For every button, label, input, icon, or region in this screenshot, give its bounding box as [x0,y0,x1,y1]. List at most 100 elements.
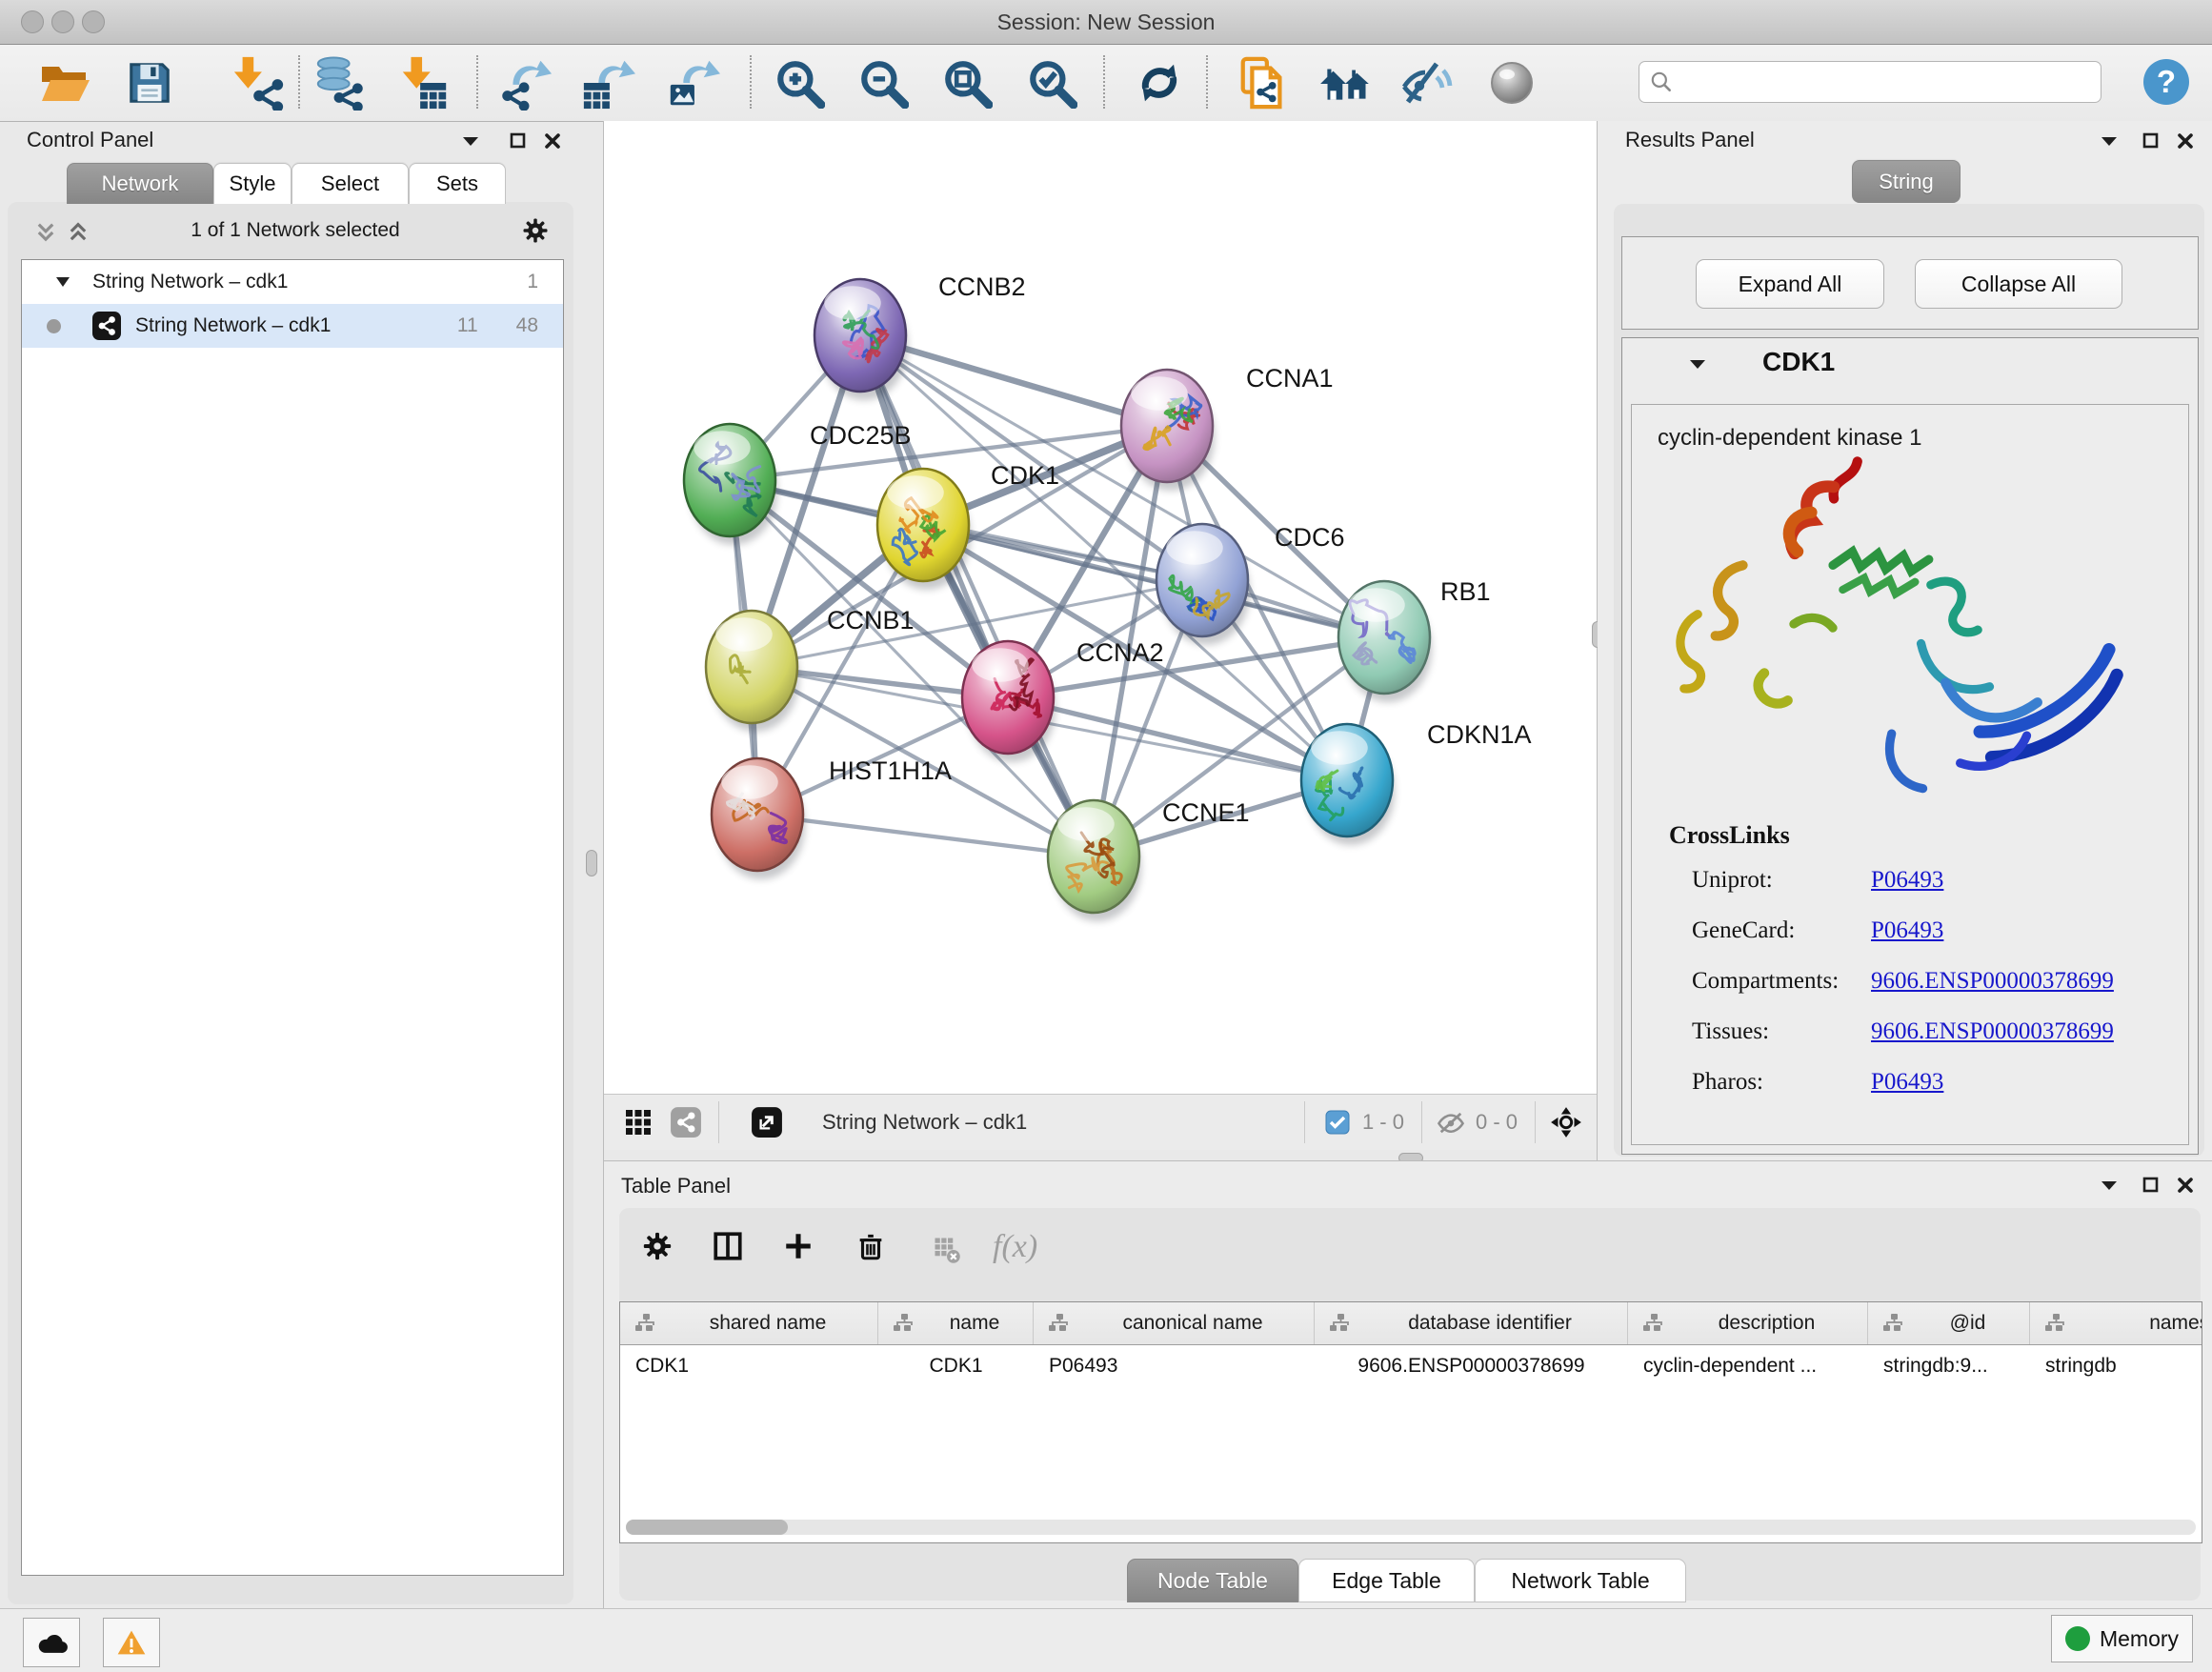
delete-table-icon [932,1236,962,1264]
crosslink-link[interactable]: P06493 [1871,1069,1943,1096]
collapse-all-networks-button[interactable] [29,217,63,248]
table-panel-float-button[interactable] [2134,1170,2168,1200]
splitter-handle[interactable] [586,850,597,876]
show-column-button[interactable] [711,1231,745,1261]
function-builder-button[interactable]: f(x) [993,1229,1037,1265]
network-from-file-button[interactable] [1234,51,1293,114]
automation-button[interactable] [23,1618,80,1667]
crosslink-row: Compartments:9606.ENSP00000378699 [1692,968,2187,995]
network-panel-gear-button[interactable] [518,215,553,246]
open-in-window-button[interactable] [750,1107,784,1138]
network-tree: String Network – cdk1 1 String Network –… [21,259,564,1576]
table-hscrollbar-track[interactable] [626,1520,2196,1535]
table-cell[interactable]: stringdb [2030,1345,2202,1387]
network-collection-row[interactable]: String Network – cdk1 1 [22,260,563,304]
expand-all-button[interactable]: Expand All [1696,259,1884,309]
export-image-icon [665,55,720,111]
create-column-button[interactable] [781,1231,815,1261]
chevron-down-icon [1687,356,1708,372]
column-header-canonical-name[interactable]: canonical name [1034,1302,1315,1344]
enhanced-graphics-button[interactable] [1482,51,1541,114]
network-selection-status: 1 of 1 Network selected [105,219,486,242]
node-label-CCNA1: CCNA1 [1246,364,1334,393]
control-panel-float-button[interactable] [501,126,535,156]
table-row[interactable]: CDK1CDK1P064939606.ENSP00000378699cyclin… [620,1345,2202,1387]
zoom-selected-button[interactable] [1022,51,1081,114]
results-panel-close-button[interactable] [2168,126,2202,156]
toolbar-search[interactable] [1639,61,2101,103]
collapse-all-button[interactable]: Collapse All [1915,259,2122,309]
results-panel-menu-button[interactable] [2092,126,2126,156]
table-cell[interactable]: cyclin-dependent ... [1628,1345,1868,1387]
crosslink-link[interactable]: 9606.ENSP00000378699 [1871,968,2114,995]
node-gloss [972,648,1029,681]
import-network-file-button[interactable] [230,51,289,114]
control-panel-close-button[interactable] [535,126,570,156]
column-header-database-identifier[interactable]: database identifier [1315,1302,1628,1344]
import-table-icon [396,55,452,111]
network-view-title: String Network – cdk1 [822,1110,1027,1135]
results-panel-title: Results Panel [1625,128,1755,152]
node-gloss [1348,588,1405,621]
network-row[interactable]: String Network – cdk1 11 48 [22,304,563,348]
import-table-button[interactable] [394,51,453,114]
tab-network-table[interactable]: Network Table [1475,1559,1686,1602]
crosslink-link[interactable]: 9606.ENSP00000378699 [1871,1018,2114,1045]
table-cell[interactable]: P06493 [1034,1345,1315,1387]
control-panel-menu-button[interactable] [453,126,488,156]
zoom-fit-button[interactable] [937,51,996,114]
string-home-button[interactable] [1317,51,1376,114]
search-input[interactable] [1681,70,2091,94]
crosslink-link[interactable]: P06493 [1871,867,1943,894]
hidden-toggle[interactable] [1434,1107,1468,1138]
edge-HIST1H1A-CCNE1[interactable] [757,815,1094,856]
memory-button[interactable]: Memory [2051,1615,2193,1662]
selected-nodes-checkbox[interactable] [1320,1107,1355,1138]
column-header-name[interactable]: name [878,1302,1034,1344]
tab-edge-table[interactable]: Edge Table [1298,1559,1475,1602]
grid-view-button[interactable] [621,1107,655,1138]
tab-select[interactable]: Select [292,163,409,204]
save-floppy-icon [126,59,173,107]
tab-network[interactable]: Network [67,163,213,204]
export-image-button[interactable] [663,51,722,114]
save-session-button[interactable] [120,51,179,114]
tab-node-table[interactable]: Node Table [1127,1559,1298,1602]
delete-table-button[interactable] [930,1235,964,1265]
expand-all-networks-button[interactable] [61,217,95,248]
birdseye-view-button[interactable] [1549,1107,1583,1138]
crosslink-link[interactable]: P06493 [1871,917,1943,944]
column-header-namespace[interactable]: namespace [2030,1302,2202,1344]
export-network-button[interactable] [496,51,555,114]
zoom-out-button[interactable] [854,51,913,114]
column-header--id[interactable]: @id [1868,1302,2030,1344]
import-network-database-button[interactable] [310,51,369,114]
column-header-shared-name[interactable]: shared name [620,1302,878,1344]
apply-layout-button[interactable] [1130,51,1189,114]
column-header-description[interactable]: description [1628,1302,1868,1344]
table-cell[interactable]: CDK1 [878,1345,1034,1387]
gene-collapse-button[interactable] [1680,349,1715,379]
table-cell[interactable]: CDK1 [620,1345,878,1387]
tab-string[interactable]: String [1852,160,1961,203]
open-session-button[interactable] [35,51,94,114]
results-panel-float-button[interactable] [2134,126,2168,156]
hide-glyphs-button[interactable] [1398,51,1457,114]
eye-slash-icon [1400,59,1454,107]
table-panel-menu-button[interactable] [2092,1170,2126,1200]
tab-sets[interactable]: Sets [409,163,506,204]
delete-column-button[interactable] [854,1231,888,1261]
help-button[interactable]: ? [2143,59,2189,105]
export-table-button[interactable] [578,51,637,114]
table-cell[interactable]: 9606.ENSP00000378699 [1315,1345,1628,1387]
warnings-button[interactable] [103,1618,160,1667]
zoom-in-button[interactable] [770,51,829,114]
view-network-icon-button[interactable] [669,1107,703,1138]
table-gear-button[interactable] [640,1231,674,1261]
zoom-out-icon [857,57,909,109]
tab-style[interactable]: Style [213,163,292,204]
table-cell[interactable]: stringdb:9... [1868,1345,2030,1387]
table-hscrollbar-thumb[interactable] [626,1520,788,1535]
network-canvas[interactable]: CCNB2CCNA1CDC25BCDK1CDC6RB1CCNB1CCNA2CDK… [604,121,1597,1094]
table-panel-close-button[interactable] [2168,1170,2202,1200]
